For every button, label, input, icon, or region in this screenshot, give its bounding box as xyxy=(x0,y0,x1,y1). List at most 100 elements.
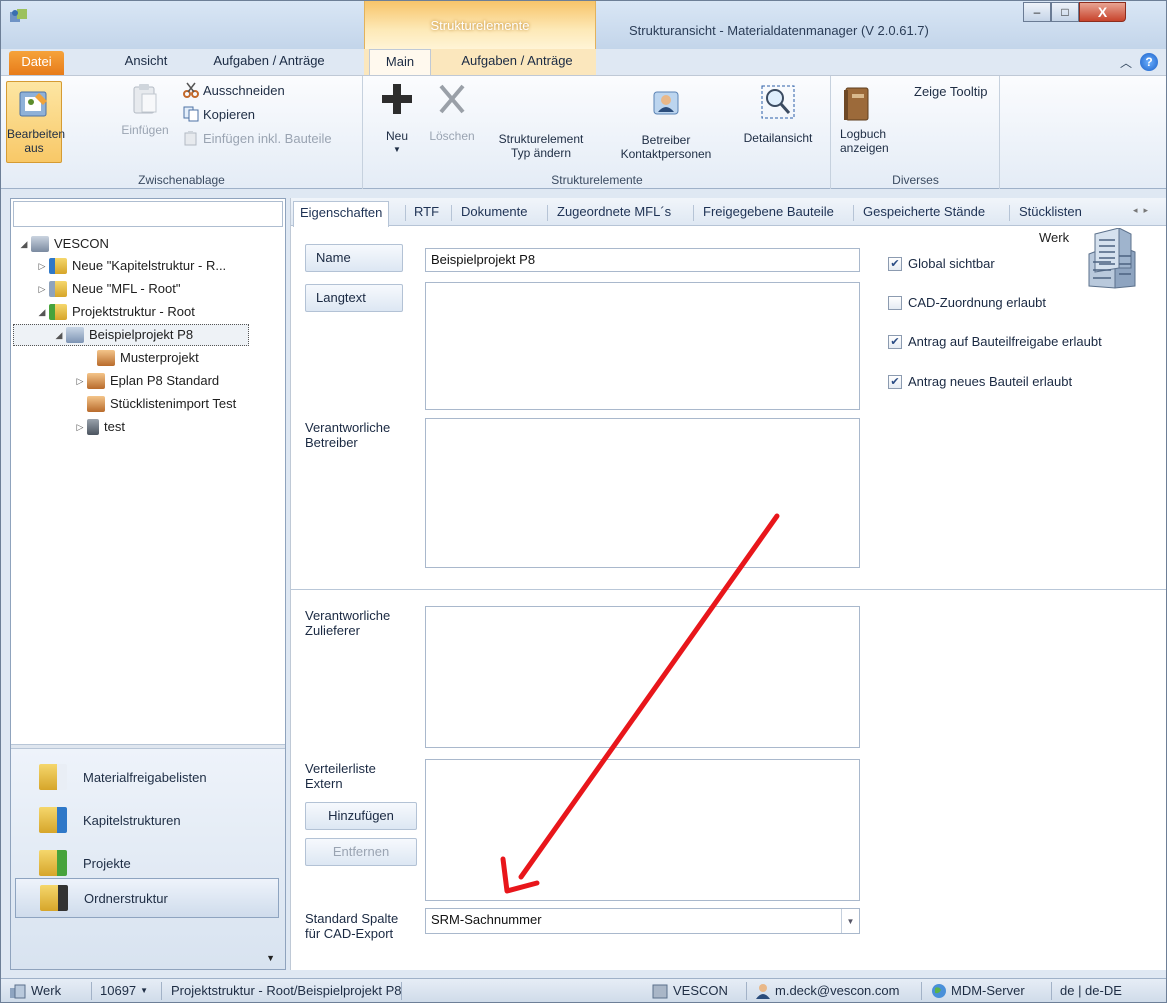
new-button[interactable]: Neu ▼ xyxy=(374,82,420,166)
paste-incl-button[interactable]: Einfügen inkl. Bauteile xyxy=(183,130,332,146)
edit-toggle-button[interactable]: Bearbeiten aus xyxy=(6,81,65,163)
status-werk[interactable]: Werk xyxy=(9,979,61,1002)
maximize-icon: □ xyxy=(1061,5,1069,19)
nav-options-chevron-icon[interactable]: ▼ xyxy=(266,953,275,963)
operator-label-2: Kontaktpersonen xyxy=(620,147,712,161)
checkbox-unchecked-icon xyxy=(888,295,902,310)
user-icon xyxy=(756,984,770,999)
longtext-label-button[interactable]: Langtext xyxy=(305,284,403,312)
tree-node-chapter[interactable]: ▷ Neue "Kapitelstruktur - R... xyxy=(35,255,226,277)
tab-main[interactable]: Main xyxy=(369,49,431,75)
remove-button[interactable]: Entfernen xyxy=(305,838,417,866)
tree-node-template[interactable]: Musterprojekt xyxy=(83,347,199,369)
global-visible-checkbox[interactable]: ✔ Global sichtbar xyxy=(888,256,995,271)
name-label-button[interactable]: Name xyxy=(305,244,403,272)
tab-scroll-arrows-icon[interactable]: ◂▸ xyxy=(1133,205,1154,216)
nav-projects[interactable]: Projekte xyxy=(15,843,279,883)
operators-list[interactable] xyxy=(425,418,860,568)
change-type-button[interactable]: Strukturelement Typ ändern xyxy=(486,132,596,160)
suppliers-label-1: Verantworliche xyxy=(305,608,391,623)
checkbox-checked-icon: ✔ xyxy=(888,374,902,389)
add-button[interactable]: Hinzufügen xyxy=(305,802,417,830)
nav-chapter-structures[interactable]: Kapitelstrukturen xyxy=(15,800,279,840)
clipboard-group: Bearbeiten aus Einfügen Ausschneiden Kop… xyxy=(1,76,363,189)
tab-tasks[interactable]: Aufgaben / Anträge xyxy=(199,49,339,75)
cad-export-select[interactable]: SRM-Sachnummer ▼ xyxy=(425,908,860,934)
distribution-list[interactable] xyxy=(425,759,860,901)
tree-node-sample-project[interactable]: ◢ Beispielprojekt P8 xyxy=(13,324,249,346)
tab-separator xyxy=(405,205,406,221)
tree-node-test[interactable]: ▷ test xyxy=(73,416,125,438)
show-tooltip-button[interactable]: Zeige Tooltip xyxy=(914,84,987,99)
checkbox-checked-icon: ✔ xyxy=(888,334,902,349)
minimize-button[interactable]: – xyxy=(1023,2,1051,22)
tree-label: Stücklistenimport Test xyxy=(110,396,237,411)
status-server: MDM-Server xyxy=(931,979,1025,1002)
cut-button[interactable]: Ausschneiden xyxy=(183,82,285,98)
nav-folder-structure[interactable]: Ordnerstruktur xyxy=(15,878,279,918)
detail-view-button[interactable]: Detailansicht xyxy=(734,84,822,158)
name-field[interactable]: Beispielprojekt P8 xyxy=(425,248,860,272)
werk-small-icon xyxy=(10,984,26,999)
tab-released-parts[interactable]: Freigegebene Bauteile xyxy=(697,201,840,226)
cad-assignment-checkbox[interactable]: CAD-Zuordnung erlaubt xyxy=(888,295,1046,310)
clipboard-group-label: Zwischenablage xyxy=(138,173,225,187)
copy-icon xyxy=(183,106,199,122)
nav-material-release-lists[interactable]: Materialfreigabelisten xyxy=(15,757,279,797)
tab-saved-states[interactable]: Gespeicherte Stände xyxy=(857,201,991,226)
tree-node-mfl[interactable]: ▷ Neue "MFL - Root" xyxy=(35,278,180,300)
expand-icon[interactable]: ▷ xyxy=(35,255,49,277)
ribbon-collapse-icon[interactable]: ︿ xyxy=(1120,54,1132,71)
logbook-button[interactable]: Logbuch anzeigen xyxy=(840,86,900,170)
magnifier-icon xyxy=(761,85,795,119)
server-icon xyxy=(87,419,99,435)
tree-node-eplan[interactable]: ▷ Eplan P8 Standard xyxy=(73,370,219,392)
status-separator xyxy=(401,982,402,1000)
collapse-icon[interactable]: ◢ xyxy=(52,324,66,346)
navigation-pane: Materialfreigabelisten Kapitelstrukturen… xyxy=(11,749,285,969)
longtext-field[interactable] xyxy=(425,282,860,410)
maximize-button[interactable]: □ xyxy=(1051,2,1079,22)
tab-file[interactable]: Datei xyxy=(9,51,64,75)
collapse-icon[interactable]: ◢ xyxy=(35,301,49,323)
tab-documents[interactable]: Dokumente xyxy=(455,201,533,226)
operator-contacts-button[interactable]: Betreiber Kontaktpersonen xyxy=(614,88,718,162)
tab-view[interactable]: Ansicht xyxy=(111,49,181,75)
paste-button[interactable]: Einfügen xyxy=(117,82,173,162)
status-server-label: MDM-Server xyxy=(951,983,1025,998)
close-icon: X xyxy=(1097,4,1108,20)
main-panel: Eigenschaften RTF Dokumente Zugeordnete … xyxy=(290,198,1166,970)
tab-rtf[interactable]: RTF xyxy=(408,201,445,226)
expand-icon[interactable]: ▷ xyxy=(35,278,49,300)
tree-search-input[interactable] xyxy=(13,201,283,227)
tab-bom[interactable]: Stücklisten xyxy=(1013,201,1088,226)
suppliers-list[interactable] xyxy=(425,606,860,748)
expand-icon[interactable]: ▷ xyxy=(73,416,87,438)
tab-ctx-tasks[interactable]: Aufgaben / Anträge xyxy=(447,49,587,75)
delete-button[interactable]: Löschen xyxy=(424,82,480,162)
ribbon-tab-bar: Datei Ansicht Aufgaben / Anträge Main Au… xyxy=(1,49,1166,75)
edit-icon xyxy=(19,91,47,117)
status-separator xyxy=(746,982,747,1000)
new-part-request-checkbox[interactable]: ✔ Antrag neues Bauteil erlaubt xyxy=(888,374,1072,389)
context-tab-header: Strukturelemente xyxy=(364,1,596,49)
copy-button[interactable]: Kopieren xyxy=(183,106,255,122)
misc-group: Logbuch anzeigen Zeige Tooltip Diverses xyxy=(832,76,1000,189)
expand-icon[interactable]: ▷ xyxy=(73,370,87,392)
elements-group: Neu ▼ Löschen Strukturelement Typ ändern… xyxy=(364,76,831,189)
tree-node-bom-import[interactable]: Stücklistenimport Test xyxy=(73,393,236,415)
checkbox-label: Antrag auf Bauteilfreigabe erlaubt xyxy=(908,334,1102,349)
dropdown-arrow-icon[interactable]: ▼ xyxy=(841,909,859,933)
status-number-dropdown[interactable]: 10697 ▼ xyxy=(100,979,148,1002)
paste-incl-icon xyxy=(184,131,197,146)
tree-node-project-structure[interactable]: ◢ Projektstruktur - Root xyxy=(35,301,195,323)
collapse-icon[interactable]: ◢ xyxy=(17,233,31,255)
tab-properties[interactable]: Eigenschaften xyxy=(293,201,390,227)
release-request-checkbox[interactable]: ✔ Antrag auf Bauteilfreigabe erlaubt xyxy=(888,334,1102,349)
status-locale: de | de-DE xyxy=(1060,983,1122,998)
tree-node-vescon[interactable]: ◢ VESCON xyxy=(17,233,109,255)
help-icon[interactable]: ? xyxy=(1140,53,1158,71)
tab-assigned-mfl[interactable]: Zugeordnete MFL´s xyxy=(551,201,677,226)
close-button[interactable]: X xyxy=(1079,2,1126,22)
tab-separator xyxy=(853,205,854,221)
